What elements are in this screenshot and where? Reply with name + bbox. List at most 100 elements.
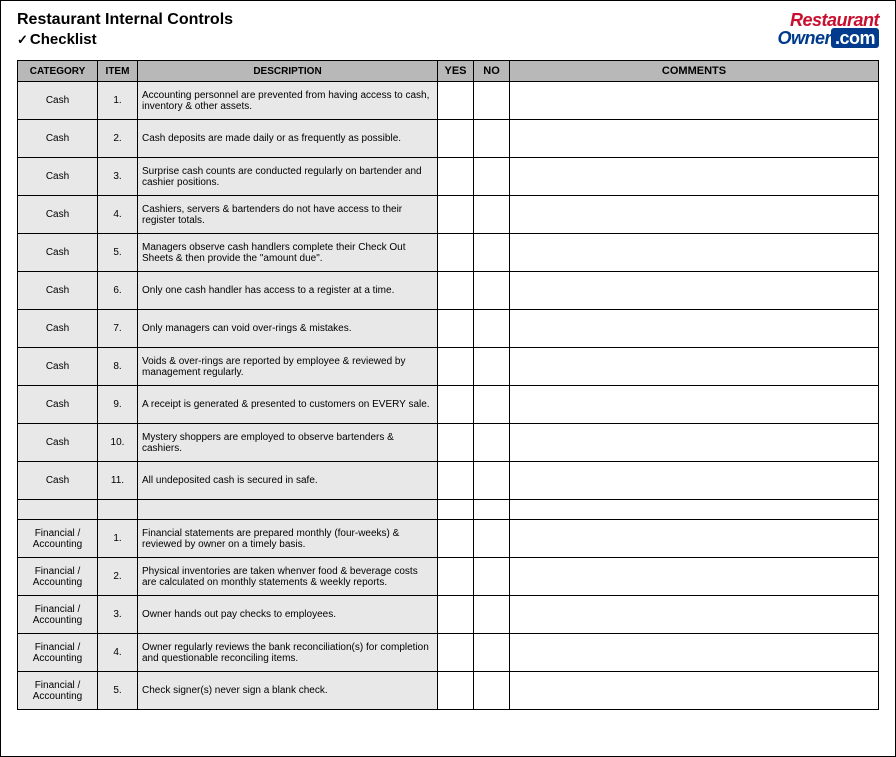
table-row: Cash6.Only one cash handler has access t… xyxy=(18,272,879,310)
spacer-cell xyxy=(138,500,438,520)
yes-cell[interactable] xyxy=(438,386,474,424)
no-cell[interactable] xyxy=(474,158,510,196)
no-cell[interactable] xyxy=(474,234,510,272)
no-cell[interactable] xyxy=(474,520,510,558)
no-cell[interactable] xyxy=(474,386,510,424)
yes-cell[interactable] xyxy=(438,634,474,672)
no-cell[interactable] xyxy=(474,272,510,310)
description-cell: All undeposited cash is secured in safe. xyxy=(138,462,438,500)
no-cell[interactable] xyxy=(474,596,510,634)
comments-cell[interactable] xyxy=(510,520,879,558)
item-cell: 2. xyxy=(98,558,138,596)
comments-cell[interactable] xyxy=(510,424,879,462)
category-cell: Financial / Accounting xyxy=(18,558,98,596)
description-cell: Mystery shoppers are employed to observe… xyxy=(138,424,438,462)
col-item: ITEM xyxy=(98,61,138,82)
no-cell[interactable] xyxy=(474,348,510,386)
description-cell: Voids & over-rings are reported by emplo… xyxy=(138,348,438,386)
no-cell[interactable] xyxy=(474,82,510,120)
no-cell[interactable] xyxy=(474,120,510,158)
description-cell: Owner hands out pay checks to employees. xyxy=(138,596,438,634)
comments-cell[interactable] xyxy=(510,310,879,348)
item-cell: 9. xyxy=(98,386,138,424)
comments-cell[interactable] xyxy=(510,634,879,672)
table-row: Financial / Accounting4.Owner regularly … xyxy=(18,634,879,672)
category-cell: Financial / Accounting xyxy=(18,672,98,710)
comments-cell[interactable] xyxy=(510,596,879,634)
category-cell: Cash xyxy=(18,348,98,386)
yes-cell[interactable] xyxy=(438,120,474,158)
comments-cell[interactable] xyxy=(510,272,879,310)
category-cell: Cash xyxy=(18,462,98,500)
yes-cell[interactable] xyxy=(438,424,474,462)
yes-cell[interactable] xyxy=(438,520,474,558)
comments-cell[interactable] xyxy=(510,462,879,500)
yes-cell[interactable] xyxy=(438,462,474,500)
spacer-cell xyxy=(18,500,98,520)
logo-owner: Owner xyxy=(777,28,831,48)
yes-cell[interactable] xyxy=(438,310,474,348)
no-cell[interactable] xyxy=(474,672,510,710)
yes-cell[interactable] xyxy=(438,348,474,386)
table-row: Cash1.Accounting personnel are prevented… xyxy=(18,82,879,120)
page-title: Restaurant Internal Controls xyxy=(17,11,233,29)
comments-cell[interactable] xyxy=(510,558,879,596)
table-row: Cash3.Surprise cash counts are conducted… xyxy=(18,158,879,196)
category-cell: Cash xyxy=(18,386,98,424)
comments-cell[interactable] xyxy=(510,386,879,424)
yes-cell[interactable] xyxy=(438,196,474,234)
table-row: Cash4.Cashiers, servers & bartenders do … xyxy=(18,196,879,234)
comments-cell[interactable] xyxy=(510,672,879,710)
item-cell: 7. xyxy=(98,310,138,348)
item-cell: 1. xyxy=(98,520,138,558)
yes-cell[interactable] xyxy=(438,272,474,310)
item-cell: 6. xyxy=(98,272,138,310)
item-cell: 3. xyxy=(98,158,138,196)
comments-cell[interactable] xyxy=(510,234,879,272)
yes-cell[interactable] xyxy=(438,234,474,272)
col-category: CATEGORY xyxy=(18,61,98,82)
category-cell: Cash xyxy=(18,424,98,462)
logo-com: .com xyxy=(831,28,879,48)
yes-cell[interactable] xyxy=(438,158,474,196)
table-row: Financial / Accounting1.Financial statem… xyxy=(18,520,879,558)
category-cell: Cash xyxy=(18,196,98,234)
comments-cell[interactable] xyxy=(510,120,879,158)
no-cell[interactable] xyxy=(474,558,510,596)
spacer-cell xyxy=(510,500,879,520)
comments-cell[interactable] xyxy=(510,196,879,234)
table-row: Cash9.A receipt is generated & presented… xyxy=(18,386,879,424)
yes-cell[interactable] xyxy=(438,596,474,634)
yes-cell[interactable] xyxy=(438,82,474,120)
description-cell: Cash deposits are made daily or as frequ… xyxy=(138,120,438,158)
item-cell: 11. xyxy=(98,462,138,500)
table-row: Financial / Accounting2.Physical invento… xyxy=(18,558,879,596)
yes-cell[interactable] xyxy=(438,558,474,596)
no-cell[interactable] xyxy=(474,310,510,348)
comments-cell[interactable] xyxy=(510,348,879,386)
logo-bottom: Owner.com xyxy=(777,29,879,47)
table-row: Cash7.Only managers can void over-rings … xyxy=(18,310,879,348)
table-row: Cash5.Managers observe cash handlers com… xyxy=(18,234,879,272)
no-cell[interactable] xyxy=(474,634,510,672)
item-cell: 3. xyxy=(98,596,138,634)
no-cell[interactable] xyxy=(474,462,510,500)
no-cell[interactable] xyxy=(474,196,510,234)
no-cell[interactable] xyxy=(474,424,510,462)
description-cell: Only one cash handler has access to a re… xyxy=(138,272,438,310)
spacer-cell xyxy=(98,500,138,520)
table-row: Financial / Accounting5.Check signer(s) … xyxy=(18,672,879,710)
description-cell: A receipt is generated & presented to cu… xyxy=(138,386,438,424)
category-cell: Cash xyxy=(18,234,98,272)
col-description: DESCRIPTION xyxy=(138,61,438,82)
comments-cell[interactable] xyxy=(510,158,879,196)
table-row: Cash10.Mystery shoppers are employed to … xyxy=(18,424,879,462)
comments-cell[interactable] xyxy=(510,82,879,120)
table-row: Cash8.Voids & over-rings are reported by… xyxy=(18,348,879,386)
description-cell: Physical inventories are taken whenver f… xyxy=(138,558,438,596)
description-cell: Managers observe cash handlers complete … xyxy=(138,234,438,272)
category-cell: Cash xyxy=(18,310,98,348)
table-row: Cash2.Cash deposits are made daily or as… xyxy=(18,120,879,158)
yes-cell[interactable] xyxy=(438,672,474,710)
item-cell: 2. xyxy=(98,120,138,158)
